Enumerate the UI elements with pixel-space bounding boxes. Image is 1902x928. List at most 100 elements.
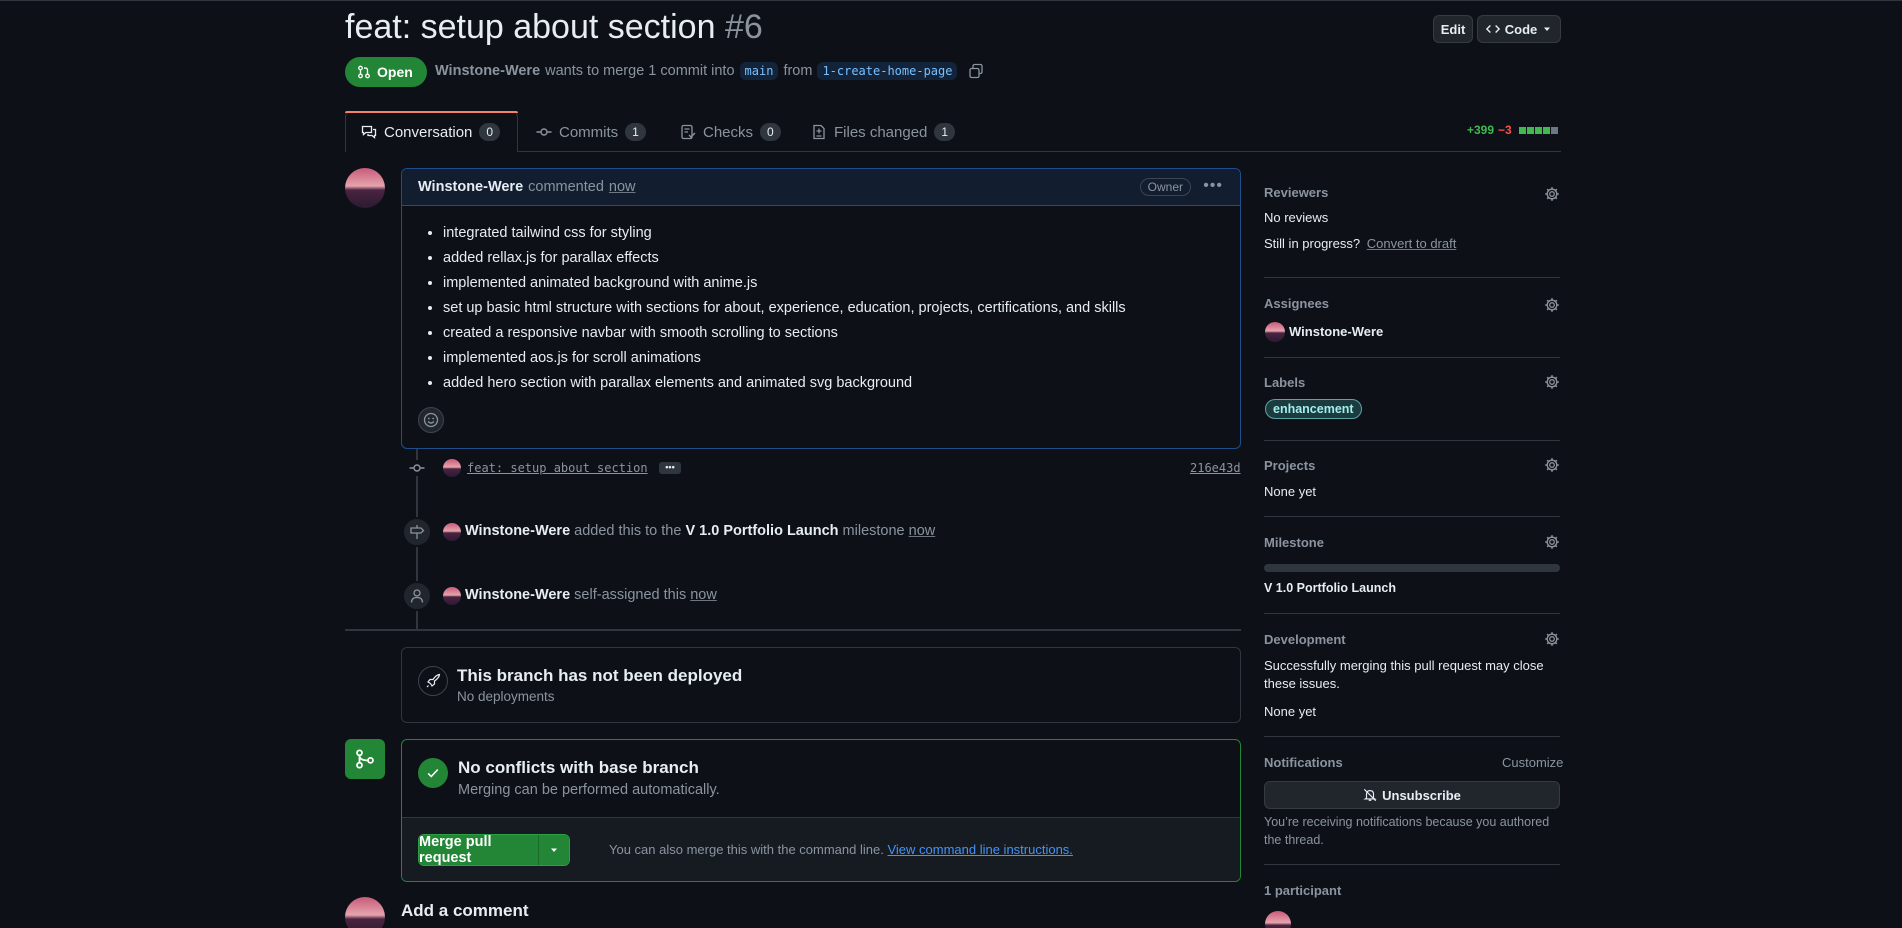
- add-reaction-button[interactable]: [418, 407, 444, 433]
- file-diff-icon: [813, 124, 825, 140]
- merge-title: No conflicts with base branch: [458, 758, 699, 777]
- gear-icon[interactable]: [1544, 631, 1560, 647]
- merge-pull-request-button[interactable]: Merge pull request: [419, 835, 539, 865]
- event-text: added this to the: [574, 523, 682, 539]
- assign-event-icon-wrap: [402, 581, 432, 611]
- sidebar-divider: [1264, 516, 1560, 517]
- avatar[interactable]: [1265, 322, 1285, 342]
- event-text: milestone: [842, 523, 905, 539]
- tab-conversation-label: Conversation: [384, 123, 473, 141]
- gear-icon[interactable]: [1544, 534, 1560, 550]
- notifications-heading: Notifications: [1264, 755, 1343, 770]
- comment-body: integrated tailwind css for styling adde…: [402, 206, 1240, 393]
- from-text: from: [783, 63, 813, 79]
- development-value: None yet: [1264, 704, 1317, 719]
- assign-event-text: Winstone-Were self-assigned this now: [465, 587, 717, 603]
- milestone-link[interactable]: V 1.0 Portfolio Launch: [685, 523, 838, 539]
- event-time[interactable]: now: [690, 587, 717, 603]
- commit-message-link[interactable]: feat: setup about section: [467, 461, 648, 475]
- comment-card: Winstone-Were commented now Owner ••• in…: [401, 168, 1241, 449]
- commit-sha-link[interactable]: 216e43d: [1190, 461, 1241, 475]
- base-branch[interactable]: main: [739, 62, 779, 80]
- code-button[interactable]: Code: [1477, 15, 1561, 43]
- avatar[interactable]: [443, 459, 461, 477]
- convert-to-draft-link[interactable]: Convert to draft: [1367, 236, 1457, 251]
- label-enhancement[interactable]: enhancement: [1265, 399, 1362, 419]
- check-circle: [418, 758, 448, 788]
- check-icon: [427, 768, 439, 778]
- git-merge-icon: [356, 749, 374, 769]
- deployment-subtitle: No deployments: [457, 689, 555, 704]
- assignees-heading[interactable]: Assignees: [1264, 296, 1329, 311]
- gear-icon[interactable]: [1544, 186, 1560, 202]
- sidebar-divider: [1264, 440, 1560, 441]
- tab-checks[interactable]: Checks 0: [680, 112, 781, 152]
- list-item: created a responsive navbar with smooth …: [443, 324, 1240, 343]
- comment-header: Winstone-Were commented now Owner •••: [402, 169, 1240, 206]
- labels-heading[interactable]: Labels: [1264, 375, 1305, 390]
- milestone-link[interactable]: V 1.0 Portfolio Launch: [1264, 581, 1396, 595]
- list-item: added hero section with parallax element…: [443, 374, 1240, 393]
- merge-button-group: Merge pull request: [418, 834, 570, 866]
- customize-link[interactable]: Customize: [1502, 755, 1563, 770]
- commit-icon: [409, 460, 425, 476]
- tab-commits[interactable]: Commits 1: [536, 112, 646, 152]
- commit-icon: [536, 128, 552, 136]
- top-border: [0, 0, 1902, 1]
- diffstat[interactable]: +399 −3: [1467, 123, 1558, 137]
- tab-commits-label: Commits: [559, 123, 619, 141]
- unsubscribe-button[interactable]: Unsubscribe: [1264, 781, 1560, 809]
- head-branch[interactable]: 1-create-home-page: [817, 62, 958, 80]
- projects-heading[interactable]: Projects: [1264, 458, 1315, 473]
- milestone-heading[interactable]: Milestone: [1264, 535, 1324, 550]
- reviewers-heading[interactable]: Reviewers: [1264, 185, 1328, 200]
- gear-icon[interactable]: [1544, 374, 1560, 390]
- checklist-icon: [681, 124, 696, 140]
- merge-method-dropdown[interactable]: [539, 835, 569, 865]
- avatar[interactable]: [1265, 911, 1291, 928]
- avatar[interactable]: [443, 587, 461, 605]
- pr-author-link[interactable]: Winstone-Were: [435, 63, 540, 79]
- expand-commit-button[interactable]: •••: [659, 462, 681, 474]
- milestone-icon: [410, 525, 425, 539]
- comment-time[interactable]: now: [609, 179, 636, 195]
- tab-files-changed-label: Files changed: [834, 123, 928, 141]
- timeline-end-divider: [345, 629, 1241, 631]
- tab-conversation-count: 0: [479, 123, 501, 141]
- tab-checks-count: 0: [760, 123, 781, 141]
- merge-status-icon-wrap: [345, 739, 385, 779]
- cli-instructions-link[interactable]: View command line instructions.: [887, 842, 1072, 857]
- person-icon: [410, 589, 424, 603]
- tab-checks-label: Checks: [703, 123, 754, 141]
- milestone-event-text: Winstone-Were added this to the V 1.0 Po…: [465, 523, 935, 539]
- copy-icon[interactable]: [968, 63, 984, 79]
- event-author[interactable]: Winstone-Were: [465, 523, 570, 539]
- tab-files-changed[interactable]: Files changed 1: [811, 112, 956, 152]
- event-time[interactable]: now: [909, 523, 936, 539]
- list-item: implemented aos.js for scroll animations: [443, 349, 1240, 368]
- development-heading[interactable]: Development: [1264, 632, 1346, 647]
- avatar[interactable]: [443, 523, 461, 541]
- kebab-menu-icon[interactable]: •••: [1203, 177, 1223, 195]
- owner-badge: Owner: [1139, 178, 1191, 196]
- bell-slash-icon: [1363, 788, 1377, 802]
- state-label: Open: [377, 64, 413, 80]
- edit-button[interactable]: Edit: [1433, 15, 1473, 43]
- event-author[interactable]: Winstone-Were: [465, 587, 570, 603]
- chevron-down-icon: [551, 848, 557, 852]
- avatar[interactable]: [345, 168, 385, 208]
- merge-summary: Winstone-Were wants to merge 1 commit in…: [435, 62, 984, 80]
- unsubscribe-label: Unsubscribe: [1382, 787, 1461, 803]
- avatar[interactable]: [345, 897, 385, 928]
- code-icon: [1485, 25, 1500, 33]
- draft-prompt: Still in progress? Convert to draft: [1264, 236, 1456, 251]
- gear-icon[interactable]: [1544, 297, 1560, 313]
- merge-box: No conflicts with base branch Merging ca…: [401, 739, 1241, 882]
- comment-author[interactable]: Winstone-Were: [418, 179, 523, 195]
- deployment-title: This branch has not been deployed: [457, 666, 743, 685]
- gear-icon[interactable]: [1544, 457, 1560, 473]
- comment-action: commented: [528, 179, 604, 195]
- state-badge: Open: [345, 57, 427, 87]
- tab-conversation[interactable]: Conversation 0: [361, 112, 501, 152]
- assignee-name[interactable]: Winstone-Were: [1289, 324, 1383, 339]
